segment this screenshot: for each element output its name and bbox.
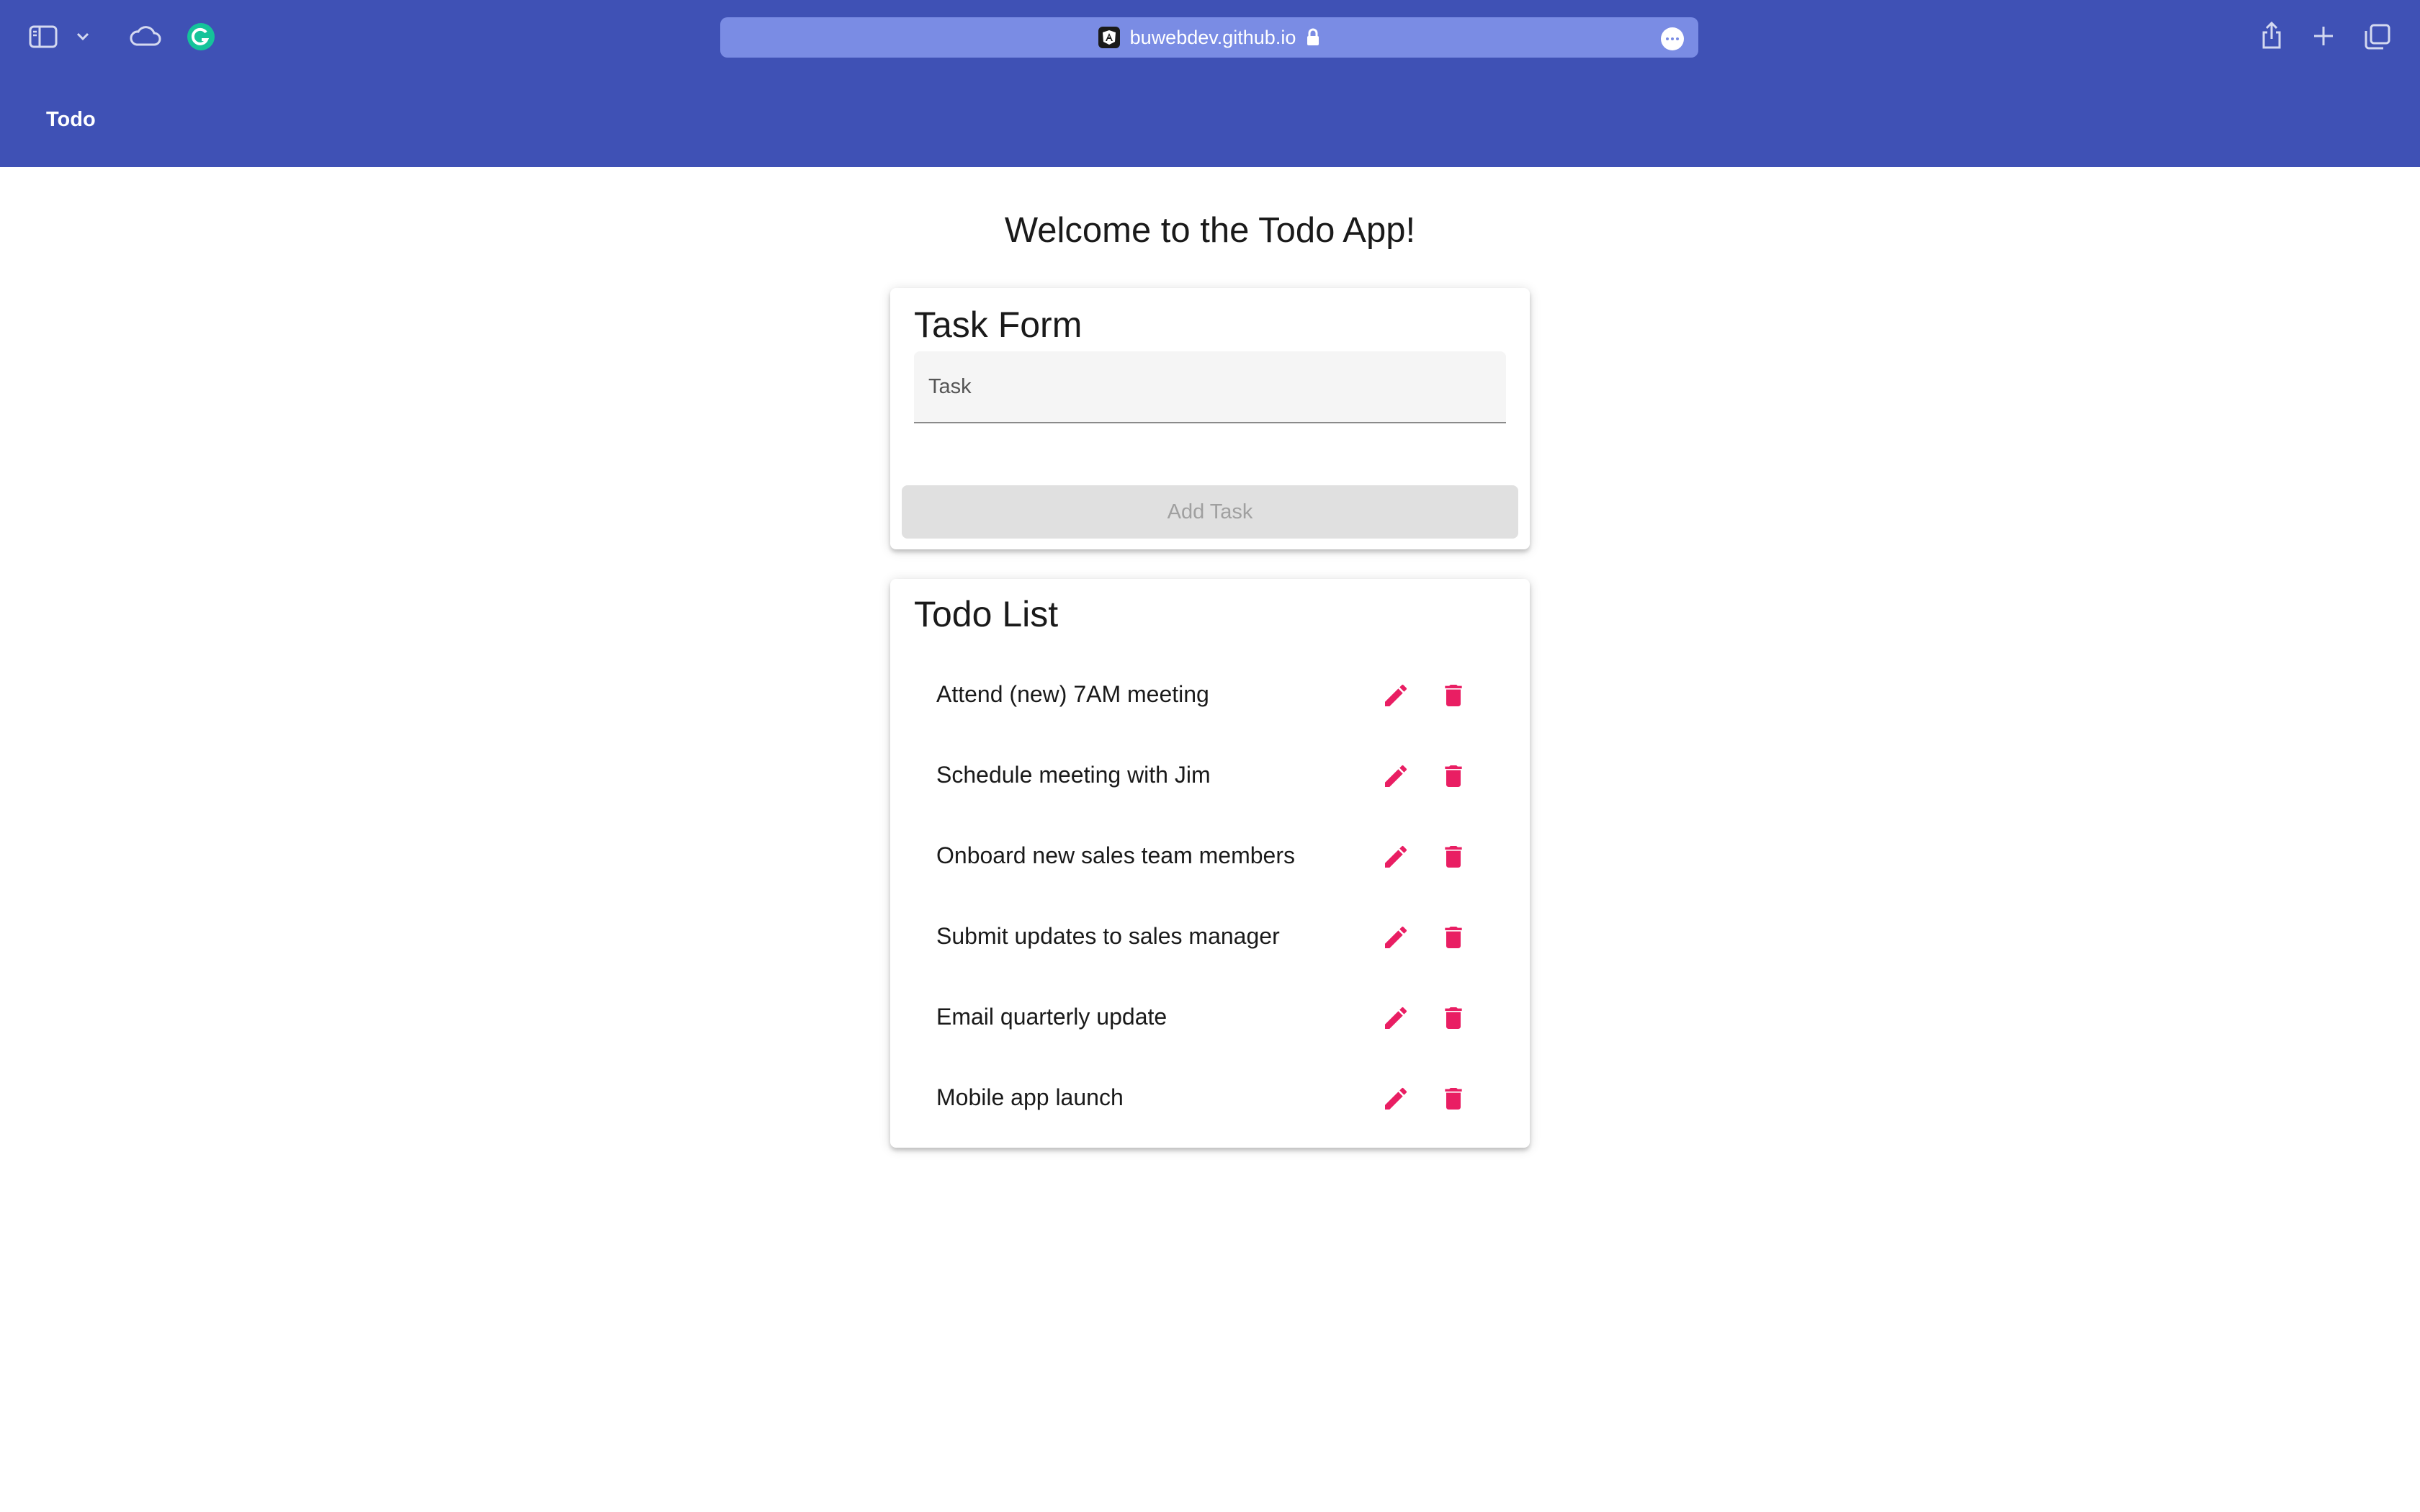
task-form-title: Task Form <box>914 305 1083 345</box>
todo-item-text: Submit updates to sales manager <box>936 923 1280 949</box>
trash-icon[interactable] <box>1433 917 1474 958</box>
pencil-icon[interactable] <box>1376 917 1416 958</box>
list-item: Onboard new sales team members <box>890 816 1530 897</box>
todo-item-text: Email quarterly update <box>936 1004 1168 1030</box>
pencil-icon[interactable] <box>1376 998 1416 1038</box>
browser-chrome: buwebdev.github.io Todo <box>0 0 2420 167</box>
trash-icon[interactable] <box>1433 756 1474 796</box>
add-task-button[interactable]: Add Task <box>902 485 1518 539</box>
angular-icon <box>1098 27 1120 48</box>
toolbar-title: Todo <box>46 108 96 131</box>
todo-item-text: Mobile app launch <box>936 1084 1124 1110</box>
pencil-icon[interactable] <box>1376 1079 1416 1119</box>
tabs-overview-icon[interactable] <box>2362 22 2393 52</box>
list-item: Attend (new) 7AM meeting <box>890 655 1530 736</box>
trash-icon[interactable] <box>1433 998 1474 1038</box>
task-field[interactable] <box>914 351 1506 423</box>
trash-icon[interactable] <box>1433 837 1474 877</box>
todo-item-text: Onboard new sales team members <box>936 842 1295 868</box>
share-icon[interactable] <box>2257 19 2286 52</box>
todo-item-text: Attend (new) 7AM meeting <box>936 681 1209 707</box>
sidebar-icon[interactable] <box>27 23 59 50</box>
cloud-icon[interactable] <box>127 22 163 50</box>
pencil-icon[interactable] <box>1376 756 1416 796</box>
pencil-icon[interactable] <box>1376 675 1416 716</box>
pencil-icon[interactable] <box>1376 837 1416 877</box>
plus-icon[interactable] <box>2309 22 2338 50</box>
list-item: Submit updates to sales manager <box>890 897 1530 978</box>
todo-item-text: Schedule meeting with Jim <box>936 762 1211 788</box>
trash-icon[interactable] <box>1433 1079 1474 1119</box>
page-title: Welcome to the Todo App! <box>1004 211 1416 250</box>
task-form-card: Task Form Add Task <box>890 288 1530 549</box>
todo-list-title: Todo List <box>914 594 1059 634</box>
more-icon[interactable] <box>1661 27 1684 50</box>
todo-list-card: Todo List Attend (new) 7AM meeting Sched… <box>890 579 1530 1148</box>
list-item: Mobile app launch <box>890 1058 1530 1139</box>
task-input[interactable] <box>914 351 1506 422</box>
chevron-down-icon[interactable] <box>73 27 92 46</box>
list-item: Schedule meeting with Jim <box>890 736 1530 816</box>
trash-icon[interactable] <box>1433 675 1474 716</box>
url-bar[interactable]: buwebdev.github.io <box>720 17 1698 58</box>
grammarly-icon[interactable] <box>186 22 216 52</box>
lock-icon <box>1306 28 1320 47</box>
list-item: Email quarterly update <box>890 978 1530 1058</box>
url-text: buwebdev.github.io <box>1129 26 1296 48</box>
